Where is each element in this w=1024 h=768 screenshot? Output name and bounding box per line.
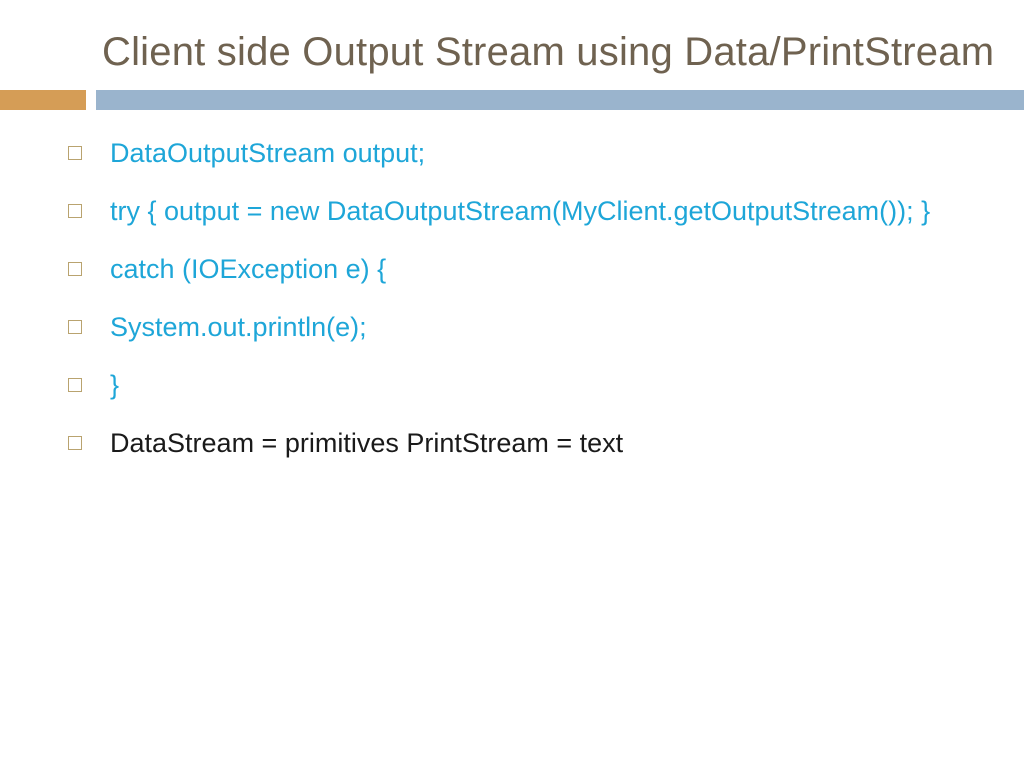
slide-title: Client side Output Stream using Data/Pri…	[0, 0, 1024, 76]
bullet-icon	[68, 378, 82, 392]
list-item-text: }	[110, 366, 984, 406]
list-item: System.out.println(e);	[68, 308, 984, 348]
list-item: try { output = new DataOutputStream(MyCl…	[68, 192, 984, 232]
slide: Client side Output Stream using Data/Pri…	[0, 0, 1024, 768]
content-area: DataOutputStream output; try { output = …	[0, 110, 1024, 464]
list-item-text: DataStream = primitives PrintStream = te…	[110, 424, 984, 464]
accent-block	[0, 90, 86, 110]
bullet-icon	[68, 146, 82, 160]
list-item: DataStream = primitives PrintStream = te…	[68, 424, 984, 464]
list-item-text: System.out.println(e);	[110, 308, 984, 348]
list-item-text: DataOutputStream output;	[110, 134, 984, 174]
list-item: catch (IOException e) {	[68, 250, 984, 290]
list-item: }	[68, 366, 984, 406]
list-item-text: catch (IOException e) {	[110, 250, 984, 290]
bullet-icon	[68, 320, 82, 334]
bullet-icon	[68, 204, 82, 218]
bullet-icon	[68, 262, 82, 276]
list-item-text: try { output = new DataOutputStream(MyCl…	[110, 192, 984, 232]
title-divider	[0, 90, 1024, 110]
list-item: DataOutputStream output;	[68, 134, 984, 174]
accent-bar	[96, 90, 1024, 110]
bullet-icon	[68, 436, 82, 450]
